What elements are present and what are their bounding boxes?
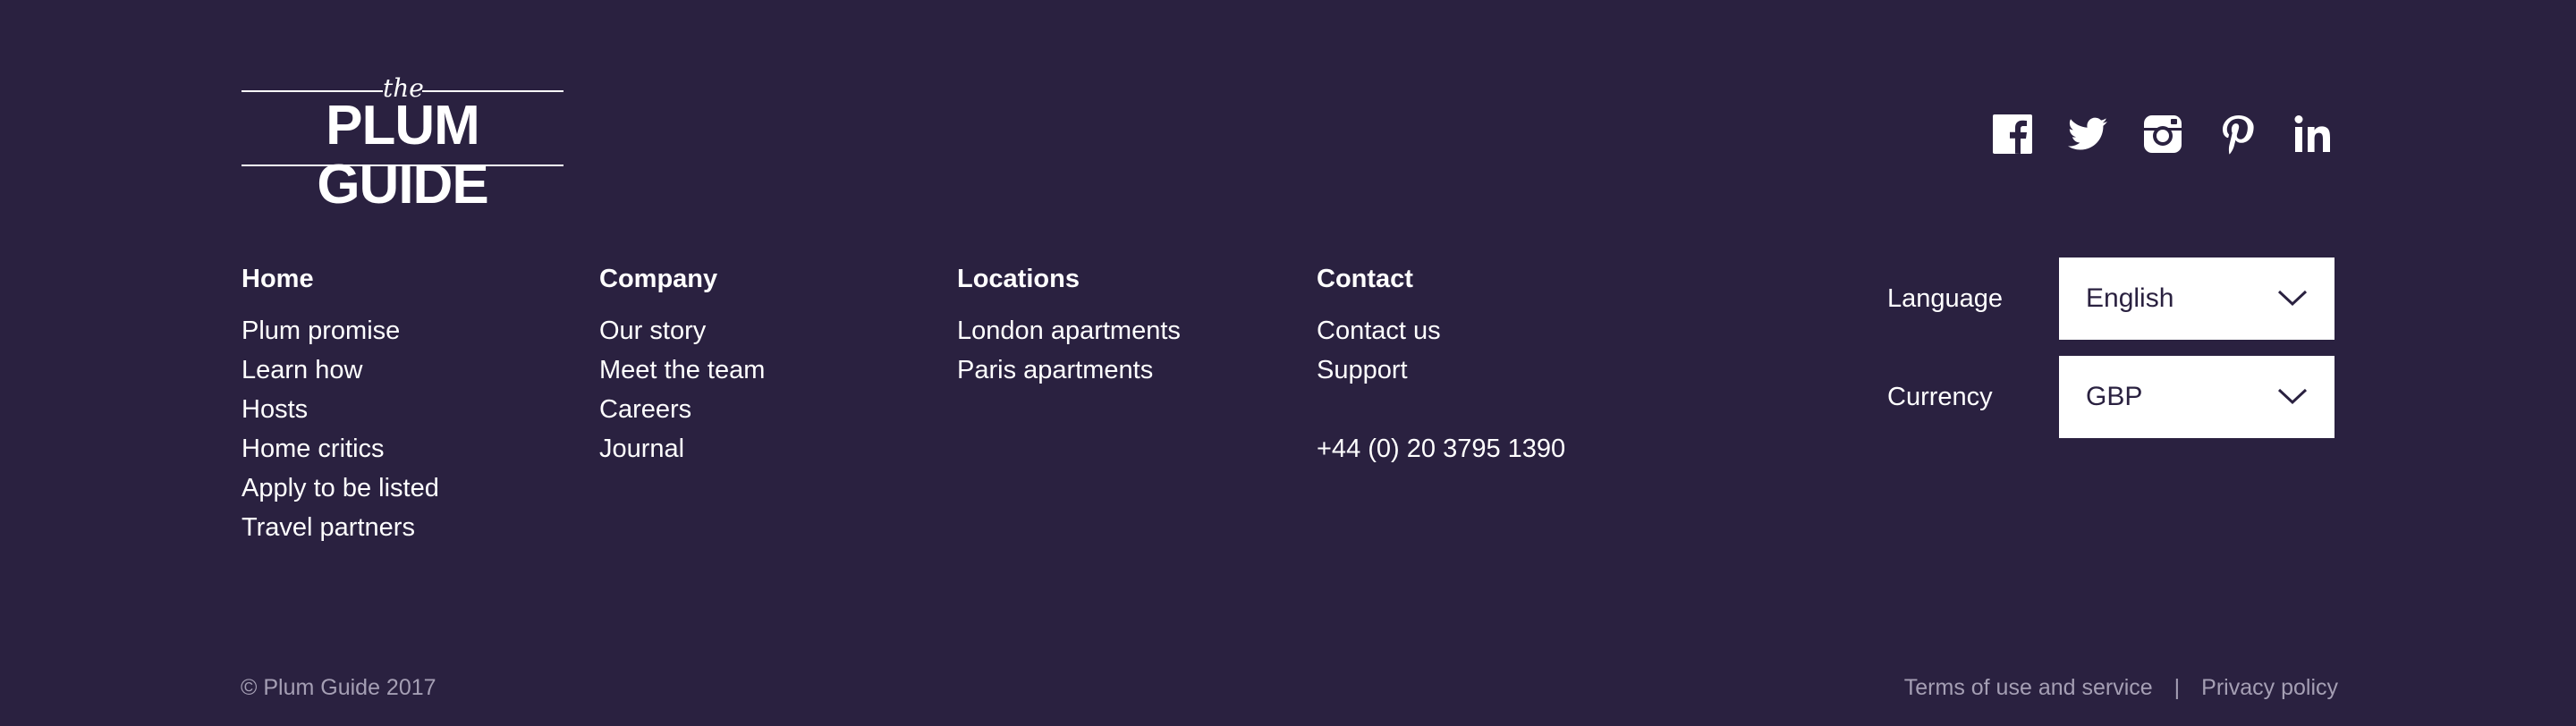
currency-selected-value: GBP bbox=[2086, 382, 2143, 411]
contact-phone-number[interactable]: +44 (0) 20 3795 1390 bbox=[1317, 429, 1565, 469]
currency-selector-row: Currency GBP bbox=[1887, 356, 2334, 438]
currency-select[interactable]: GBP bbox=[2059, 356, 2334, 438]
language-selected-value: English bbox=[2086, 283, 2174, 313]
chevron-down-icon bbox=[2277, 383, 2308, 409]
link-hosts[interactable]: Hosts bbox=[242, 390, 439, 429]
link-paris-apartments[interactable]: Paris apartments bbox=[957, 350, 1181, 390]
logo-rule-bottom bbox=[242, 165, 564, 166]
link-contact-us[interactable]: Contact us bbox=[1317, 311, 1565, 350]
logo-name-text: PLUM GUIDE bbox=[317, 95, 488, 215]
footer-column-company: Company Our story Meet the team Careers … bbox=[599, 261, 765, 469]
link-meet-the-team[interactable]: Meet the team bbox=[599, 350, 765, 390]
privacy-link[interactable]: Privacy policy bbox=[2201, 672, 2338, 703]
link-our-story[interactable]: Our story bbox=[599, 311, 765, 350]
company-links: Our story Meet the team Careers Journal bbox=[599, 311, 765, 469]
link-support[interactable]: Support bbox=[1317, 350, 1565, 390]
footer-column-contact: Contact Contact us Support +44 (0) 20 37… bbox=[1317, 261, 1565, 469]
link-home-critics[interactable]: Home critics bbox=[242, 429, 439, 469]
legal-separator: | bbox=[2174, 675, 2181, 700]
currency-label: Currency bbox=[1887, 383, 1993, 411]
copyright-text: © Plum Guide 2017 bbox=[241, 675, 436, 700]
linkedin-icon[interactable] bbox=[2292, 113, 2334, 156]
link-plum-promise[interactable]: Plum promise bbox=[242, 311, 439, 350]
logo-rule-left bbox=[242, 90, 383, 92]
language-selector-row: Language English bbox=[1887, 257, 2334, 340]
site-footer: the PLUM GUIDE Home Plum promise Learn h… bbox=[0, 0, 2576, 726]
footer-column-home: Home Plum promise Learn how Hosts Home c… bbox=[242, 261, 439, 547]
twitter-icon[interactable] bbox=[2066, 113, 2109, 156]
column-title-contact: Contact bbox=[1317, 265, 1413, 293]
facebook-icon[interactable] bbox=[1991, 113, 2034, 156]
column-title-locations: Locations bbox=[957, 265, 1080, 293]
language-select[interactable]: English bbox=[2059, 257, 2334, 340]
terms-link[interactable]: Terms of use and service bbox=[1904, 672, 2153, 703]
link-london-apartments[interactable]: London apartments bbox=[957, 311, 1181, 350]
link-careers[interactable]: Careers bbox=[599, 390, 765, 429]
legal-links: Terms of use and service | Privacy polic… bbox=[1904, 672, 2338, 703]
social-links bbox=[1991, 113, 2334, 156]
link-apply-to-be-listed[interactable]: Apply to be listed bbox=[242, 469, 439, 508]
logo-rule-right bbox=[422, 90, 564, 92]
plum-guide-logo[interactable]: the PLUM GUIDE bbox=[242, 73, 564, 215]
chevron-down-icon bbox=[2277, 284, 2308, 311]
link-journal[interactable]: Journal bbox=[599, 429, 765, 469]
pinterest-icon[interactable] bbox=[2216, 113, 2259, 156]
locations-links: London apartments Paris apartments bbox=[957, 311, 1181, 390]
column-title-home[interactable]: Home bbox=[242, 261, 439, 297]
footer-column-locations: Locations London apartments Paris apartm… bbox=[957, 261, 1181, 390]
language-label: Language bbox=[1887, 284, 2004, 313]
column-title-company: Company bbox=[599, 265, 718, 293]
link-learn-how[interactable]: Learn how bbox=[242, 350, 439, 390]
contact-links: Contact us Support bbox=[1317, 311, 1565, 390]
locale-selectors: Language English Currency GBP bbox=[1887, 257, 2334, 454]
instagram-icon[interactable] bbox=[2141, 113, 2184, 156]
home-links: Plum promise Learn how Hosts Home critic… bbox=[242, 311, 439, 547]
link-travel-partners[interactable]: Travel partners bbox=[242, 508, 439, 547]
